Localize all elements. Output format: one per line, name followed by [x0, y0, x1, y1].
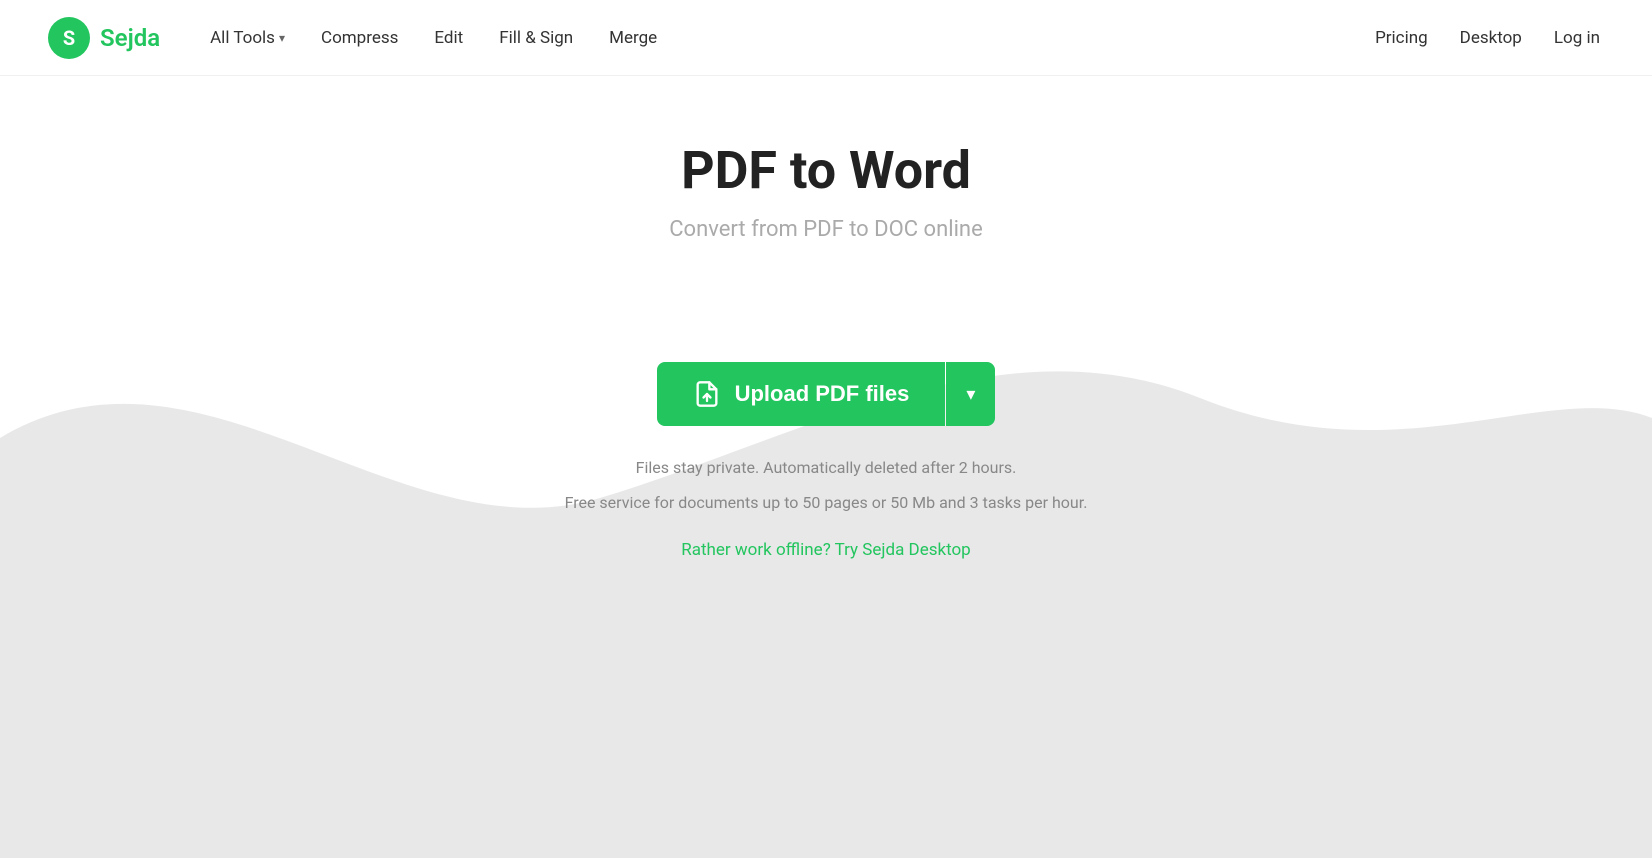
- content-area: Upload PDF files ▾ Files stay private. A…: [0, 362, 1652, 560]
- nav-item-edit[interactable]: Edit: [420, 20, 477, 56]
- logo-text: Sejda: [100, 24, 160, 52]
- privacy-line1: Files stay private. Automatically delete…: [636, 454, 1017, 481]
- header-right: Pricing Desktop Log in: [1371, 20, 1604, 56]
- nav-item-compress[interactable]: Compress: [307, 20, 412, 56]
- nav-item-merge[interactable]: Merge: [595, 20, 671, 56]
- upload-dropdown-button[interactable]: ▾: [946, 362, 995, 426]
- page-subtitle: Convert from PDF to DOC online: [669, 217, 983, 242]
- header: S Sejda All Tools ▾ Compress Edit Fill &…: [0, 0, 1652, 76]
- logo-icon: S: [48, 17, 90, 59]
- chevron-down-icon: ▾: [279, 31, 285, 45]
- pricing-link[interactable]: Pricing: [1371, 20, 1432, 56]
- login-link[interactable]: Log in: [1550, 20, 1604, 56]
- nav-item-all-tools[interactable]: All Tools ▾: [196, 20, 299, 56]
- main-nav: All Tools ▾ Compress Edit Fill & Sign Me…: [196, 20, 671, 56]
- pdf-file-icon: [693, 380, 721, 408]
- upload-button-label: Upload PDF files: [735, 381, 910, 407]
- desktop-link[interactable]: Desktop: [1456, 20, 1526, 56]
- logo[interactable]: S Sejda: [48, 17, 160, 59]
- upload-button-container: Upload PDF files ▾: [657, 362, 996, 426]
- page-title: PDF to Word: [681, 140, 971, 201]
- offline-desktop-link[interactable]: Rather work offline? Try Sejda Desktop: [681, 540, 970, 560]
- main-content: PDF to Word Convert from PDF to DOC onli…: [0, 76, 1652, 858]
- dropdown-arrow-icon: ▾: [966, 384, 975, 405]
- header-left: S Sejda All Tools ▾ Compress Edit Fill &…: [48, 17, 671, 59]
- privacy-line2: Free service for documents up to 50 page…: [565, 489, 1088, 516]
- nav-item-fill-sign[interactable]: Fill & Sign: [485, 20, 587, 56]
- upload-button[interactable]: Upload PDF files: [657, 362, 946, 426]
